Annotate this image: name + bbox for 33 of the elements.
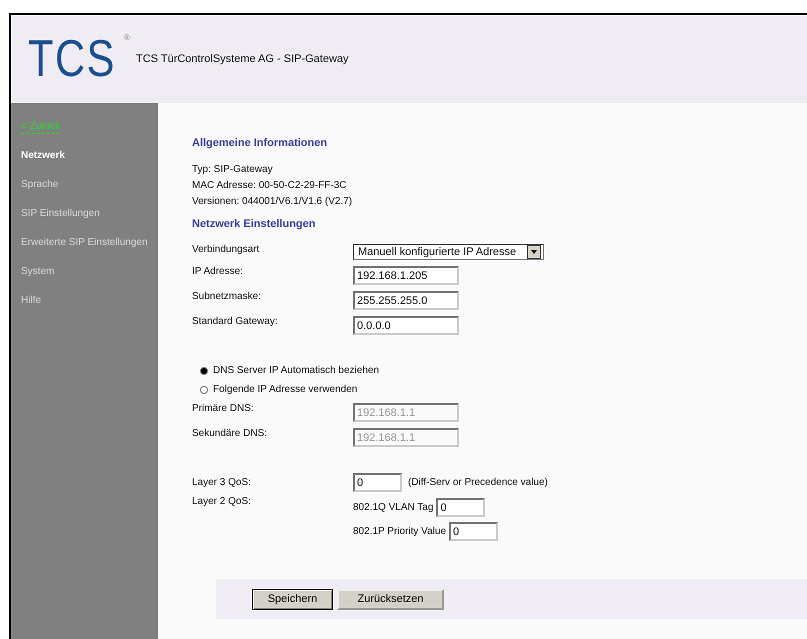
save-button[interactable]: Speichern xyxy=(252,588,333,610)
text-field[interactable]: 192.168.1.205 xyxy=(353,266,459,285)
field-label: Verbindungsart xyxy=(192,244,260,255)
text-field[interactable]: 0 xyxy=(353,473,402,492)
connection-dropdown[interactable]: Manuell konfigurierte IP Adresse xyxy=(353,244,544,260)
radio-button[interactable] xyxy=(200,386,208,394)
reset-button[interactable]: Zurücksetzen xyxy=(337,588,444,610)
field-label: 802.1Q VLAN Tag xyxy=(353,502,434,513)
radio-label: Folgende IP Adresse verwenden xyxy=(213,384,358,395)
registered-mark: ® xyxy=(124,33,130,42)
radio-label: DNS Server IP Automatisch beziehen xyxy=(213,365,380,376)
radio-button[interactable] xyxy=(200,366,208,374)
field-label: Layer 3 QoS: xyxy=(192,477,252,488)
logo: TCS xyxy=(28,33,116,85)
field-label: Standard Gateway: xyxy=(192,316,279,327)
section-heading: Netzwerk Einstellungen xyxy=(192,218,316,230)
page-title: TCS TürControlSysteme AG - SIP-Gateway xyxy=(136,53,349,65)
text-field[interactable]: 255.255.255.0 xyxy=(353,291,459,310)
field-label: Primäre DNS: xyxy=(192,403,255,414)
field-hint: (Diff-Serv or Precedence value) xyxy=(408,477,548,488)
info-text: Versionen: 044001/V6.1/V1.6 (V2.7) xyxy=(192,195,352,208)
text-field[interactable]: 0 xyxy=(449,522,498,541)
section-heading: Allgemeine Informationen xyxy=(192,137,328,149)
info-text: MAC Adresse: 00-50-C2-29-FF-3C xyxy=(192,179,348,192)
field-label: Sekundäre DNS: xyxy=(192,428,268,439)
field-label: Layer 2 QoS: xyxy=(192,496,252,509)
field-label: 802.1P Priority Value xyxy=(353,526,446,537)
text-field[interactable]: 0.0.0.0 xyxy=(353,316,459,335)
info-text: Typ: SIP-Gateway xyxy=(192,163,274,176)
field-label: IP Adresse: xyxy=(192,266,244,277)
text-field[interactable]: 0 xyxy=(436,498,486,517)
sidebar-item[interactable]: Netzwerk xyxy=(21,149,65,163)
field-label: Subnetzmaske: xyxy=(192,291,262,302)
